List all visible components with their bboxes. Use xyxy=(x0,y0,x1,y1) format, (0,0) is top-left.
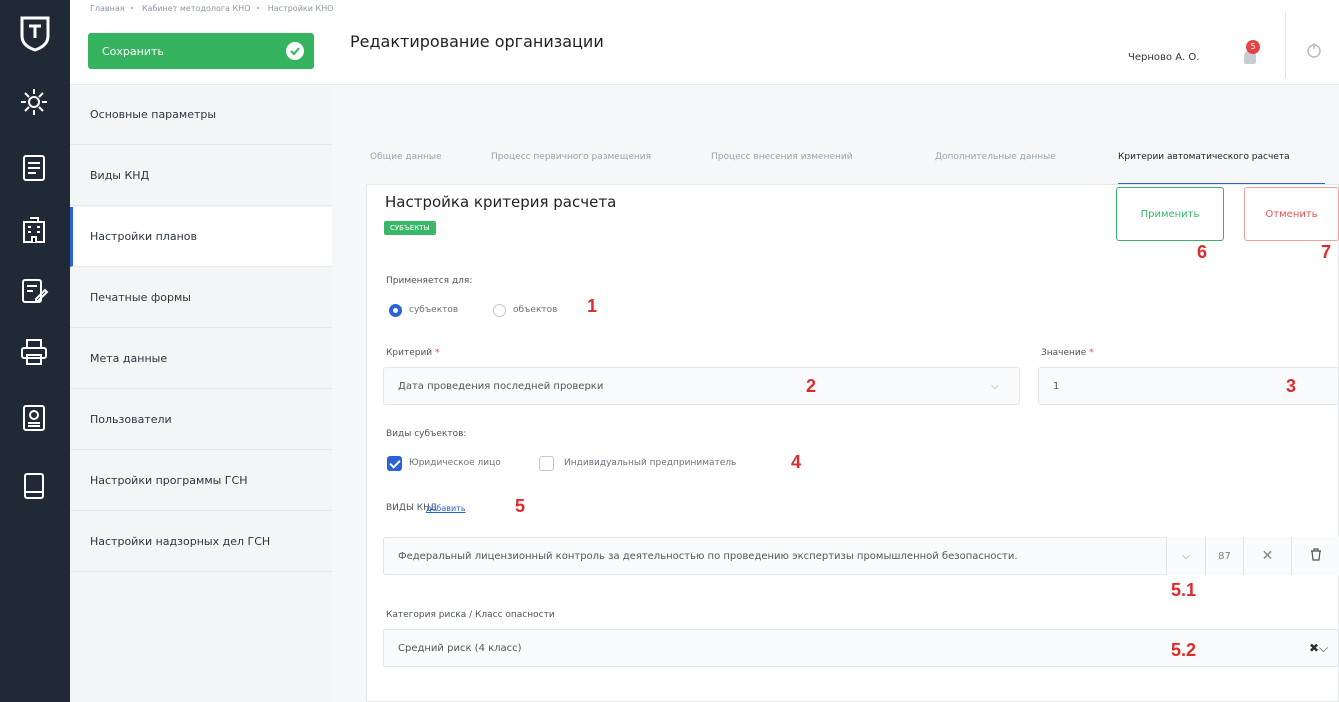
card-title: Настройка критерия расчета xyxy=(385,193,617,211)
save-button[interactable]: Сохранить xyxy=(88,33,314,69)
radio-objects-label[interactable]: объектов xyxy=(513,305,557,315)
annotation-5: 5 xyxy=(515,496,526,516)
sidebar-item-label: Пользователи xyxy=(90,413,172,426)
knd-dropdown-toggle[interactable]: ⌵ xyxy=(1166,537,1205,575)
radio-objects[interactable] xyxy=(493,304,506,317)
annotation-3: 3 xyxy=(1286,376,1297,396)
page-title: Редактирование организации xyxy=(350,32,604,51)
value-label-text: Значение xyxy=(1041,348,1087,358)
printer-icon[interactable] xyxy=(18,336,50,368)
apply-button[interactable]: Применить xyxy=(1116,187,1224,241)
checkmark-icon xyxy=(286,42,304,60)
sidebar-item-print-forms[interactable]: Печатные формы xyxy=(70,268,332,328)
tab-additional[interactable]: Дополнительные данные xyxy=(935,152,1056,162)
breadcrumb-item-settings[interactable]: Настройки КНО xyxy=(268,4,334,13)
chevron-down-icon[interactable]: ⌵ xyxy=(991,381,1001,392)
required-marker: * xyxy=(1089,348,1094,358)
sidebar-item-label: Мета данные xyxy=(90,352,168,365)
sidebar-item-metadata[interactable]: Мета данные xyxy=(70,329,332,389)
add-knd-link[interactable]: добавить xyxy=(426,504,466,513)
knd-code: 87 xyxy=(1205,537,1243,575)
annotation-4: 4 xyxy=(791,452,802,472)
annotation-5-2: 5.2 xyxy=(1171,640,1197,660)
header-divider xyxy=(1285,12,1286,78)
checkbox-individual-entrepreneur[interactable] xyxy=(539,456,554,471)
risk-category-value: Средний риск (4 класс) xyxy=(398,642,522,654)
book-icon[interactable] xyxy=(18,470,50,502)
radio-subjects[interactable] xyxy=(389,304,402,317)
edit-form-icon[interactable] xyxy=(18,275,50,307)
knd-code-value: 87 xyxy=(1218,550,1231,562)
user-name[interactable]: Черново А. О. xyxy=(1128,52,1199,63)
knd-select-value: Федеральный лицензионный контроль за дея… xyxy=(398,550,1018,562)
settings-sidebar: Основные параметры Виды КНД Настройки пл… xyxy=(70,85,332,702)
sidebar-item-label: Печатные формы xyxy=(90,291,191,304)
apply-button-label: Применить xyxy=(1140,208,1200,220)
document-icon[interactable] xyxy=(18,152,50,184)
criterion-select[interactable]: Дата проведения последней проверки xyxy=(383,367,1020,405)
checkbox-legal-entity[interactable] xyxy=(387,456,402,471)
annotation-2: 2 xyxy=(806,376,817,396)
checkbox-legal-entity-label[interactable]: Юридическое лицо xyxy=(409,458,501,468)
gear-icon[interactable] xyxy=(18,86,50,118)
cancel-button[interactable]: Отменить xyxy=(1244,187,1339,241)
value-label: Значение * xyxy=(1041,348,1094,358)
breadcrumb: Главная • Кабинет методолога КНО • Настрой… xyxy=(90,4,334,13)
criterion-select-value: Дата проведения последней проверки xyxy=(398,380,604,392)
save-button-label: Сохранить xyxy=(102,44,164,58)
icon-rail xyxy=(0,0,70,702)
sidebar-item-label: Виды КНД xyxy=(90,169,150,182)
sidebar-item-label: Основные параметры xyxy=(90,108,217,121)
annotation-7: 7 xyxy=(1321,242,1332,262)
report-icon[interactable] xyxy=(18,402,50,434)
clear-knd-button[interactable]: ✕ xyxy=(1243,537,1291,575)
tab-general[interactable]: Общие данные xyxy=(370,152,442,162)
sidebar-item-users[interactable]: Пользователи xyxy=(70,390,332,450)
sidebar-item-knd-types[interactable]: Виды КНД xyxy=(70,146,332,206)
required-marker: * xyxy=(435,348,440,358)
logo-shield-icon[interactable] xyxy=(16,14,54,52)
chevron-down-icon: ⌵ xyxy=(1182,550,1190,562)
annotation-5-1: 5.1 xyxy=(1171,580,1197,600)
annotation-6: 6 xyxy=(1197,242,1208,262)
clear-risk-icon[interactable]: ✖⌵ xyxy=(1309,641,1337,655)
applies-for-label: Применяется для: xyxy=(386,276,473,286)
sidebar-item-label: Настройки программы ГСН xyxy=(90,474,248,487)
sidebar-item-gsn-program[interactable]: Настройки программы ГСН xyxy=(70,451,332,511)
cancel-button-label: Отменить xyxy=(1265,208,1318,220)
logout-icon[interactable] xyxy=(1304,40,1324,60)
criterion-card xyxy=(366,184,1339,702)
value-input-value: 1 xyxy=(1053,380,1060,392)
notification-badge: 5 xyxy=(1246,40,1260,54)
trash-icon xyxy=(1310,548,1322,564)
tab-changes[interactable]: Процесс внесения изменений xyxy=(711,152,853,162)
sidebar-item-label: Настройки планов xyxy=(90,230,197,243)
status-badge: СУБЪЕКТЫ xyxy=(384,221,436,235)
subject-types-label: Виды субъектов: xyxy=(386,429,467,439)
sidebar-item-label: Настройки надзорных дел ГСН xyxy=(90,535,271,548)
criterion-label: Критерий * xyxy=(386,348,440,358)
close-icon: ✕ xyxy=(1261,548,1274,564)
breadcrumb-item-cabinet[interactable]: Кабинет методолога КНО xyxy=(142,4,251,13)
annotation-1: 1 xyxy=(587,296,598,316)
tab-initial-placement[interactable]: Процесс первичного размещения xyxy=(491,152,651,162)
building-icon[interactable] xyxy=(18,214,50,246)
criterion-label-text: Критерий xyxy=(386,348,433,358)
checkbox-individual-entrepreneur-label[interactable]: Индивидуальный предприниматель xyxy=(564,458,736,468)
sidebar-item-gsn-cases[interactable]: Настройки надзорных дел ГСН xyxy=(70,512,332,572)
sidebar-item-basic-params[interactable]: Основные параметры xyxy=(70,85,332,145)
tab-auto-criteria[interactable]: Критерии автоматического расчета xyxy=(1118,152,1290,162)
delete-knd-button[interactable] xyxy=(1291,537,1339,575)
radio-subjects-label[interactable]: субъектов xyxy=(409,305,458,315)
breadcrumb-item-home[interactable]: Главная xyxy=(90,4,125,13)
sidebar-item-plan-settings[interactable]: Настройки планов xyxy=(70,207,332,267)
risk-category-label: Категория риска / Класс опасности xyxy=(386,610,555,620)
bell-icon[interactable]: 5 xyxy=(1240,40,1262,66)
